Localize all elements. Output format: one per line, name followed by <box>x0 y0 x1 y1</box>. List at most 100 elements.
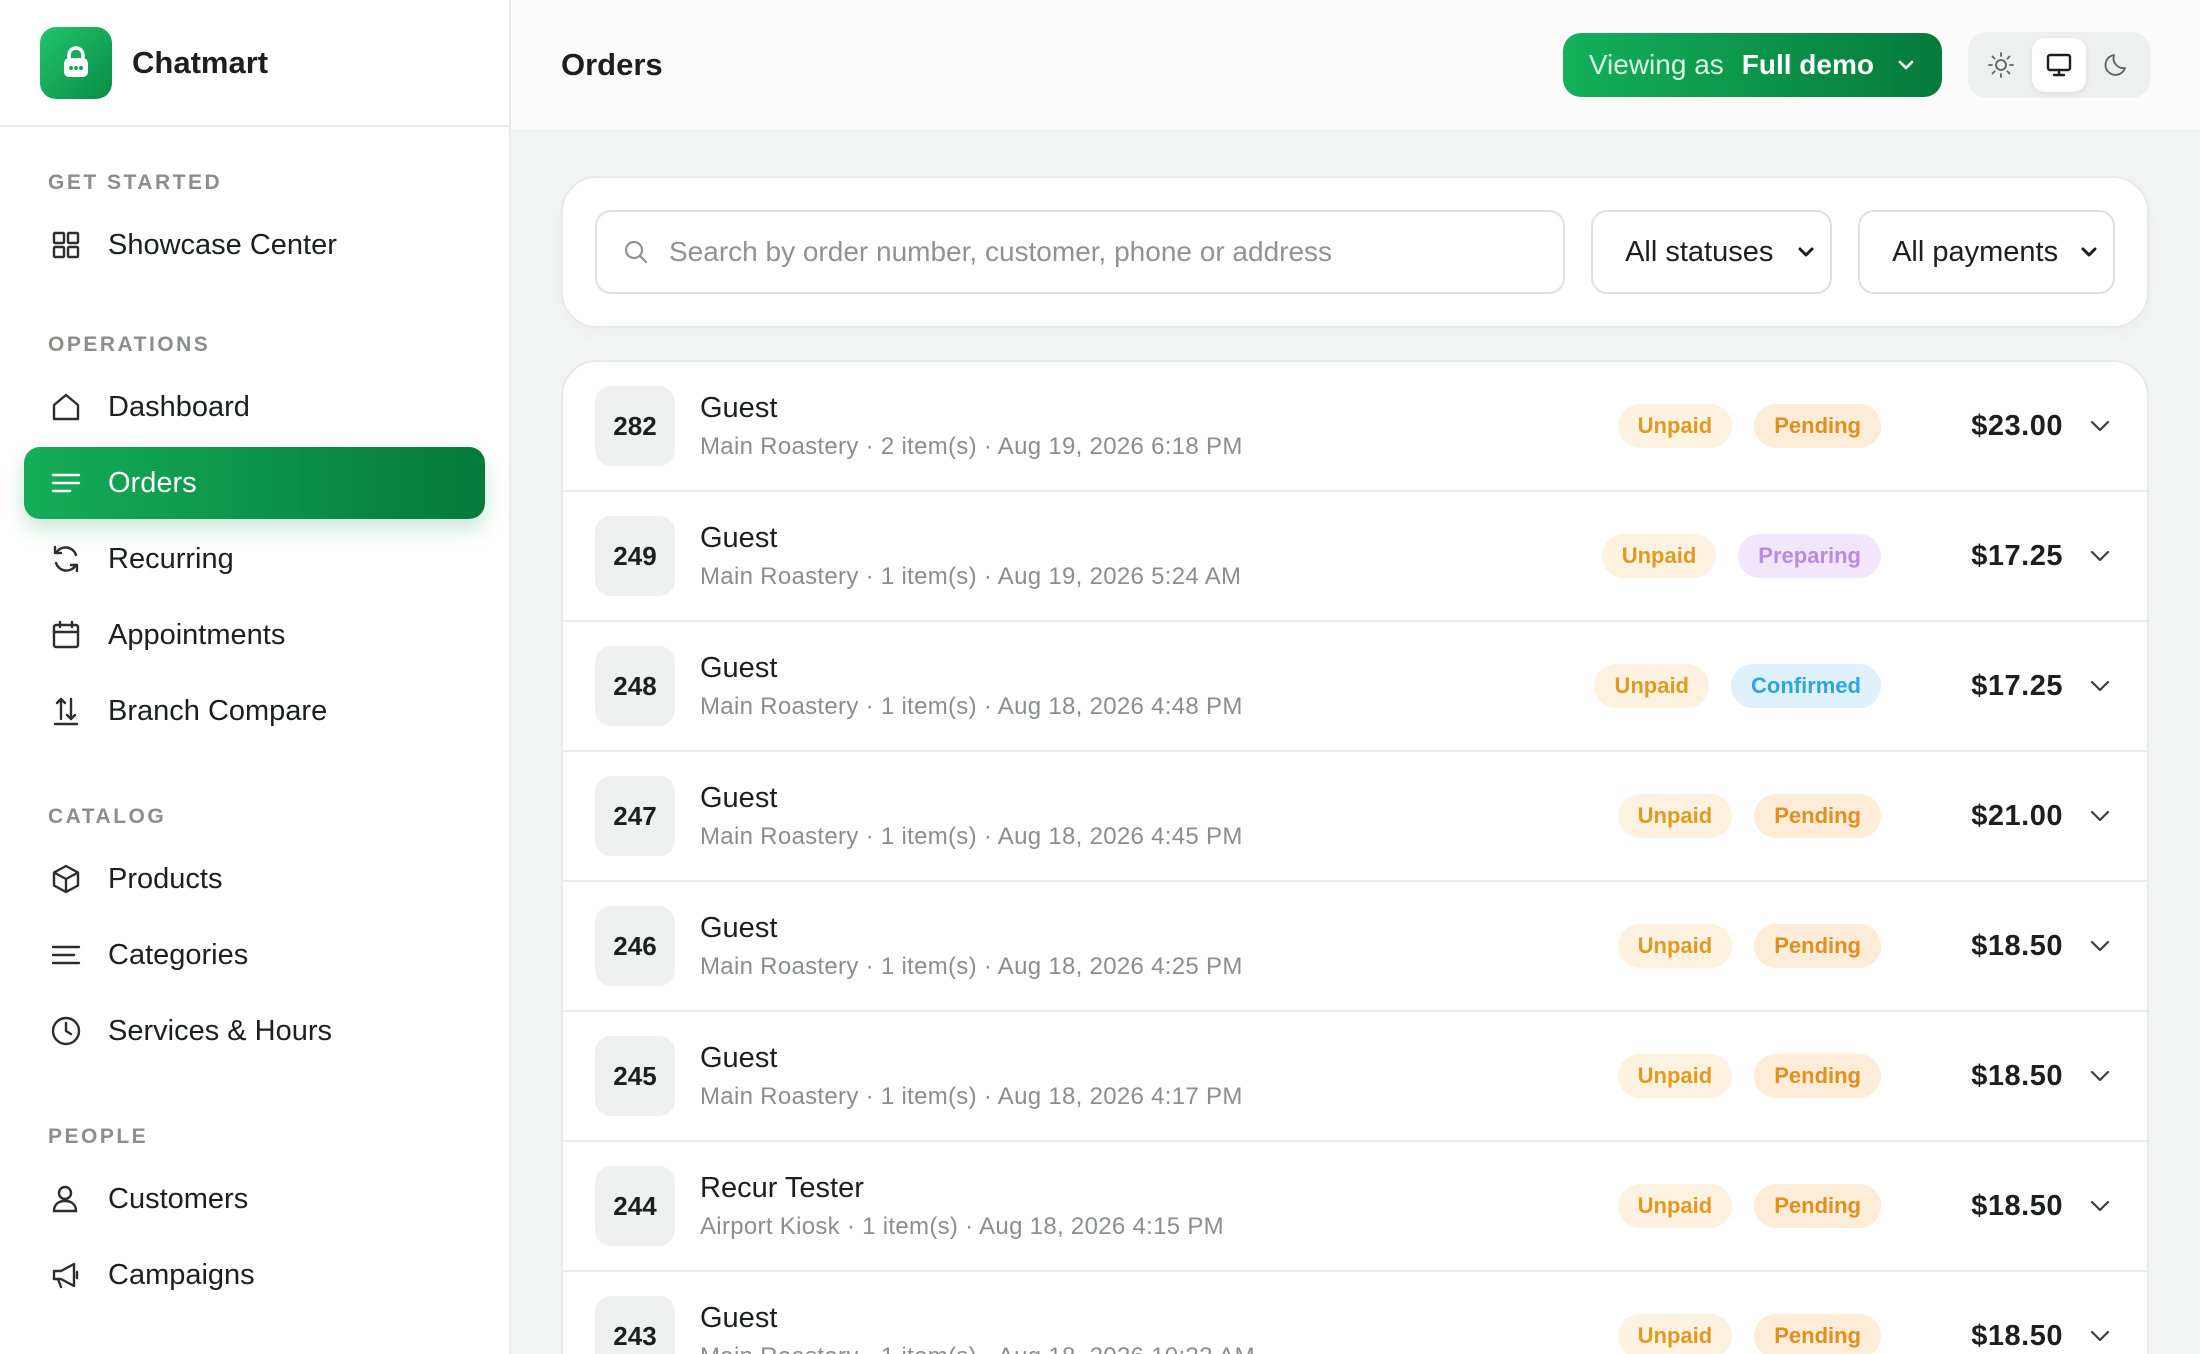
order-total: $18.50 <box>1971 929 2063 962</box>
sidebar-item-branch-compare[interactable]: Branch Compare <box>24 675 485 747</box>
order-meta: Airport Kiosk · 1 item(s) · Aug 18, 2026… <box>700 1212 1224 1240</box>
chevron-down-icon[interactable] <box>2087 673 2113 699</box>
order-number: 282 <box>595 386 675 466</box>
payment-status-badge: Unpaid <box>1617 404 1733 448</box>
order-customer: Guest <box>700 1301 778 1334</box>
theme-dark-button[interactable] <box>2090 38 2144 92</box>
payment-filter-select[interactable]: All payments <box>1858 210 2115 294</box>
brand-name: Chatmart <box>132 44 269 80</box>
order-number: 248 <box>595 646 675 726</box>
order-number: 243 <box>595 1296 675 1354</box>
moon-icon <box>2104 53 2126 76</box>
order-row[interactable]: 244 Recur Tester Airport Kiosk · 1 item(… <box>563 1142 2147 1272</box>
page-title: Orders <box>561 46 663 82</box>
nav-heading: CATALOG <box>48 805 167 828</box>
cube-icon <box>48 861 84 897</box>
payment-status-badge: Unpaid <box>1617 1314 1733 1354</box>
sidebar-item-dashboard[interactable]: Dashboard <box>24 371 485 443</box>
order-badges: Unpaid Pending <box>1617 1314 1881 1354</box>
sidebar-item-label: Orders <box>108 466 197 499</box>
sidebar-item-label: Campaigns <box>108 1258 255 1291</box>
sidebar-item-recurring[interactable]: Recurring <box>24 523 485 595</box>
order-row[interactable]: 248 Guest Main Roastery · 1 item(s) · Au… <box>563 622 2147 752</box>
sidebar-item-customers[interactable]: Customers <box>24 1163 485 1235</box>
sidebar-item-categories[interactable]: Categories <box>24 919 485 991</box>
payment-status-badge: Unpaid <box>1594 664 1709 708</box>
sidebar-item-orders[interactable]: Orders <box>24 447 485 519</box>
order-status-badge: Pending <box>1754 404 1881 448</box>
chevron-down-icon[interactable] <box>2087 1323 2113 1349</box>
order-meta: Main Roastery · 1 item(s) · Aug 18, 2026… <box>700 952 1243 980</box>
topbar: Orders Viewing as Full demo <box>511 0 2200 129</box>
sidebar-item-appointments[interactable]: Appointments <box>24 599 485 671</box>
list-icon <box>48 465 84 501</box>
chevron-down-icon[interactable] <box>2087 1193 2113 1219</box>
sidebar-item-label: Services & Hours <box>108 1014 333 1047</box>
nav-section-operations: OPERATIONS Dashboard Orders Recurring Ap… <box>0 333 509 747</box>
order-customer: Guest <box>700 391 778 424</box>
monitor-icon <box>2046 53 2072 76</box>
order-badges: Unpaid Pending <box>1617 794 1881 838</box>
order-row[interactable]: 249 Guest Main Roastery · 1 item(s) · Au… <box>563 492 2147 622</box>
sidebar-item-label: Categories <box>108 938 249 971</box>
order-customer: Guest <box>700 911 778 944</box>
brand-header: Chatmart <box>0 0 509 127</box>
sidebar-item-label: Appointments <box>108 618 286 651</box>
order-meta: Main Roastery · 1 item(s) · Aug 18, 2026… <box>700 1082 1243 1110</box>
order-badges: Unpaid Confirmed <box>1594 664 1881 708</box>
sidebar-item-label: Recurring <box>108 542 234 575</box>
order-status-badge: Pending <box>1754 794 1881 838</box>
sidebar-item-label: Dashboard <box>108 390 250 423</box>
orders-list: 282 Guest Main Roastery · 2 item(s) · Au… <box>561 360 2149 1354</box>
chevron-down-icon[interactable] <box>2087 803 2113 829</box>
order-row[interactable]: 245 Guest Main Roastery · 1 item(s) · Au… <box>563 1012 2147 1142</box>
order-info: Guest Main Roastery · 1 item(s) · Aug 18… <box>700 782 1243 851</box>
nav-heading: OPERATIONS <box>48 333 211 356</box>
chevron-down-icon[interactable] <box>2087 413 2113 439</box>
home-icon <box>48 389 84 425</box>
order-info: Guest Main Roastery · 1 item(s) · Aug 18… <box>700 652 1243 721</box>
brand-logo[interactable] <box>40 26 112 99</box>
sidebar-item-label: Products <box>108 862 223 895</box>
theme-system-button[interactable] <box>2032 37 2086 92</box>
order-number: 247 <box>595 776 675 856</box>
search-input[interactable] <box>669 236 1549 268</box>
order-info: Recur Tester Airport Kiosk · 1 item(s) ·… <box>700 1172 1224 1241</box>
chevron-down-icon[interactable] <box>2087 543 2113 569</box>
chevron-down-icon <box>2079 242 2099 262</box>
order-status-badge: Pending <box>1754 1184 1881 1228</box>
order-row[interactable]: 243 Guest Main Roastery · 1 item(s) · Au… <box>563 1272 2147 1354</box>
order-customer: Recur Tester <box>700 1171 864 1204</box>
order-meta: Main Roastery · 1 item(s) · Aug 18, 2026… <box>700 822 1243 850</box>
status-filter-select[interactable]: All statuses <box>1591 210 1833 294</box>
status-filter-value: All statuses <box>1625 235 1774 268</box>
order-info: Guest Main Roastery · 1 item(s) · Aug 18… <box>700 1302 1255 1354</box>
nav-section-catalog: CATALOG Products Categories Services & H… <box>0 805 509 1067</box>
categories-icon <box>48 937 84 973</box>
order-meta: Main Roastery · 1 item(s) · Aug 18, 2026… <box>700 1343 1255 1354</box>
chevron-down-icon <box>1796 242 1816 262</box>
sidebar-item-products[interactable]: Products <box>24 843 485 915</box>
sidebar-item-showcase-center[interactable]: Showcase Center <box>24 209 485 281</box>
order-row[interactable]: 246 Guest Main Roastery · 1 item(s) · Au… <box>563 882 2147 1012</box>
chevron-down-icon[interactable] <box>2087 933 2113 959</box>
order-number: 249 <box>595 516 675 596</box>
compare-icon <box>48 693 84 729</box>
theme-light-button[interactable] <box>1974 38 2028 92</box>
order-info: Guest Main Roastery · 1 item(s) · Aug 18… <box>700 1042 1243 1111</box>
sun-icon <box>1988 51 2014 78</box>
payment-status-badge: Unpaid <box>1601 534 1717 578</box>
order-total: $21.00 <box>1971 799 2063 832</box>
order-status-badge: Confirmed <box>1731 664 1881 708</box>
chevron-down-icon[interactable] <box>2087 1063 2113 1089</box>
viewing-as-label: Viewing as <box>1588 48 1724 80</box>
order-row[interactable]: 247 Guest Main Roastery · 1 item(s) · Au… <box>563 752 2147 882</box>
main-content: Orders Viewing as Full demo Search by or… <box>511 0 2200 1354</box>
clock-icon <box>48 1013 84 1049</box>
sidebar-item-services-hours[interactable]: Services & Hours <box>24 995 485 1067</box>
sidebar-item-campaigns[interactable]: Campaigns <box>24 1239 485 1311</box>
order-total: $17.25 <box>1971 539 2063 572</box>
search-box[interactable] <box>595 210 1566 294</box>
viewing-as-button[interactable]: Viewing as Full demo <box>1562 32 1942 97</box>
order-row[interactable]: 282 Guest Main Roastery · 2 item(s) · Au… <box>563 362 2147 492</box>
